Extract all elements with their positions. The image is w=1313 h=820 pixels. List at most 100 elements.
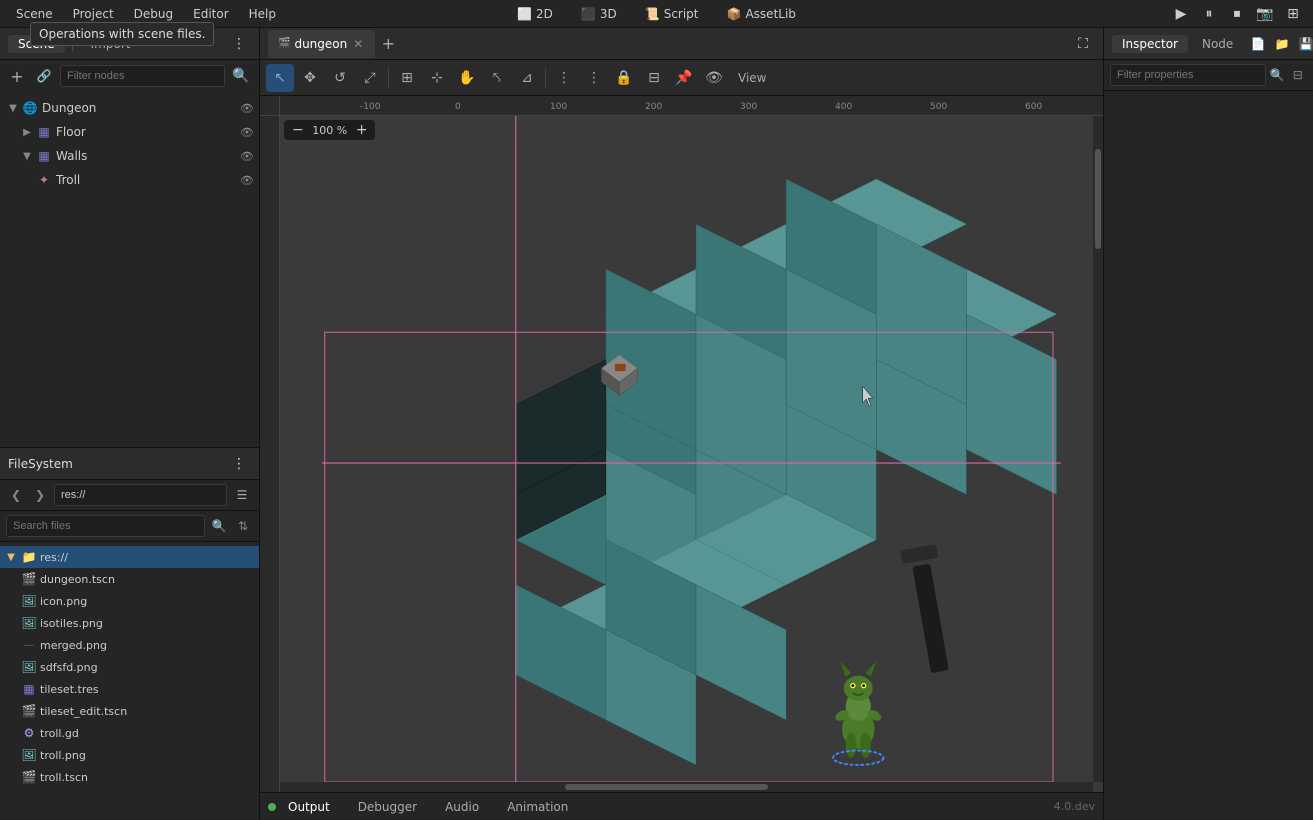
- floor-arrow[interactable]: ▶: [20, 125, 34, 139]
- bottom-tab-audio[interactable]: Audio: [437, 798, 487, 816]
- troll-script-icon[interactable]: 📜: [221, 172, 237, 188]
- menu-editor[interactable]: Editor: [185, 5, 237, 23]
- filter-nodes-input[interactable]: [60, 65, 225, 87]
- tool-move-vp[interactable]: ✥: [296, 64, 324, 92]
- menu-debug[interactable]: Debug: [126, 5, 181, 23]
- fs-item-tileset-tres[interactable]: ▦ tileset.tres: [0, 678, 259, 700]
- filter-search-icon[interactable]: 🔍: [1268, 64, 1287, 86]
- tool-2d[interactable]: ⬜ 2D: [509, 5, 561, 23]
- troll-anim-icon[interactable]: 🎬: [203, 172, 219, 188]
- link-node-button[interactable]: 🔗: [32, 64, 56, 88]
- dungeon-scene: [280, 116, 1103, 792]
- tree-item-troll[interactable]: ✦ Troll 🎬 📜 👁: [0, 168, 259, 192]
- walls-visibility[interactable]: 👁: [239, 148, 255, 164]
- bottom-tab-output[interactable]: Output: [280, 798, 338, 816]
- zoom-out-button[interactable]: −: [290, 122, 306, 138]
- scene-icon-3: 🎬: [21, 769, 37, 785]
- tool-select[interactable]: ↖: [266, 64, 294, 92]
- tool-more2[interactable]: ⋮: [580, 64, 608, 92]
- fs-back-button[interactable]: ❮: [6, 485, 26, 505]
- scrollbar-h[interactable]: [280, 782, 1093, 792]
- svg-text:-100: -100: [360, 102, 381, 112]
- zoom-in-button[interactable]: +: [354, 122, 370, 138]
- menu-help[interactable]: Help: [241, 5, 284, 23]
- filesystem-options-button[interactable]: ⋮: [227, 452, 251, 476]
- tool-scale[interactable]: ⤢: [356, 64, 384, 92]
- tab-close-button[interactable]: ✕: [351, 36, 365, 52]
- tool-anchor[interactable]: ⊟: [640, 64, 668, 92]
- camera-button[interactable]: 📷: [1253, 2, 1277, 26]
- inspector-tab[interactable]: Inspector: [1112, 35, 1188, 53]
- stop-button[interactable]: ⏹: [1225, 2, 1249, 26]
- walls-arrow[interactable]: ▼: [20, 149, 34, 163]
- fs-item-isotiles[interactable]: 🖼 isotiles.png: [0, 612, 259, 634]
- fs-sort-button[interactable]: ⇅: [233, 516, 253, 536]
- filter-options-icon[interactable]: ⊟: [1289, 64, 1308, 86]
- fs-item-troll-gd[interactable]: ⚙ troll.gd: [0, 722, 259, 744]
- menu-scene[interactable]: Scene: [8, 5, 61, 23]
- scene-options-button[interactable]: ⋮: [227, 32, 251, 56]
- fs-item-troll-tscn[interactable]: 🎬 troll.tscn: [0, 766, 259, 788]
- view-button[interactable]: View: [730, 69, 774, 87]
- tool-more1[interactable]: ⋮: [550, 64, 578, 92]
- dungeon-visibility[interactable]: 👁: [239, 100, 255, 116]
- tree-item-walls[interactable]: ▼ ▦ Walls 👁: [0, 144, 259, 168]
- tool-pan[interactable]: ✋: [453, 64, 481, 92]
- tool-snap-grid[interactable]: ⊞: [393, 64, 421, 92]
- scrollbar-v[interactable]: [1093, 116, 1103, 782]
- tool-rotate[interactable]: ↺: [326, 64, 354, 92]
- viewport-canvas[interactable]: -100 0 100 200 300 400 500 600 -100 0 10…: [260, 96, 1103, 792]
- viewport-fullscreen-button[interactable]: ⛶: [1071, 32, 1095, 56]
- fs-path-input[interactable]: [54, 484, 227, 506]
- inspector-header: Inspector Node 📄 📁 💾 ⋮ ❮ ❯ 📋: [1104, 28, 1313, 60]
- scrollbar-v-thumb[interactable]: [1095, 149, 1101, 249]
- fs-list-toggle[interactable]: ☰: [231, 484, 253, 506]
- floor-visibility[interactable]: 👁: [239, 124, 255, 140]
- inspector-open-script[interactable]: 📁: [1271, 33, 1293, 55]
- fs-item-troll-png[interactable]: 🖼 troll.png: [0, 744, 259, 766]
- scrollbar-h-thumb[interactable]: [565, 784, 768, 790]
- troll-visibility[interactable]: 👁: [239, 172, 255, 188]
- layout-button[interactable]: ⊞: [1281, 2, 1305, 26]
- filter-properties-input[interactable]: [1110, 64, 1266, 86]
- zoom-level-display: 100 %: [310, 124, 350, 137]
- ruler-corner: [260, 96, 280, 116]
- tool-3d[interactable]: ⬛ 3D: [573, 5, 625, 23]
- tool-pin[interactable]: 📌: [670, 64, 698, 92]
- bottom-tab-debugger[interactable]: Debugger: [350, 798, 425, 816]
- bottom-tab-animation[interactable]: Animation: [499, 798, 576, 816]
- tool-script[interactable]: 📜 Script: [637, 5, 707, 23]
- fs-forward-button[interactable]: ❯: [30, 485, 50, 505]
- tab-dungeon[interactable]: 🎬 dungeon ✕: [268, 30, 375, 58]
- gd-icon: ⚙: [21, 725, 37, 741]
- tool-lock[interactable]: 🔒: [610, 64, 638, 92]
- fs-item-dungeon-tscn[interactable]: 🎬 dungeon.tscn: [0, 568, 259, 590]
- tab-add-button[interactable]: +: [377, 33, 399, 55]
- tree-item-dungeon[interactable]: ▼ 🌐 Dungeon 👁: [0, 96, 259, 120]
- fs-item-res[interactable]: ▼ 📁 res://: [0, 546, 259, 568]
- tool-transform[interactable]: ⊿: [513, 64, 541, 92]
- inspector-new-script[interactable]: 📄: [1247, 33, 1269, 55]
- inspector-save[interactable]: 💾: [1295, 33, 1313, 55]
- fs-search-icon[interactable]: 🔍: [209, 516, 229, 536]
- fs-item-merged[interactable]: — merged.png: [0, 634, 259, 656]
- search-nodes-icon[interactable]: 🔍: [229, 64, 253, 88]
- dungeon-arrow[interactable]: ▼: [6, 101, 20, 115]
- fs-item-icon-png[interactable]: 🖼 icon.png: [0, 590, 259, 612]
- res-arrow[interactable]: ▼: [4, 550, 18, 564]
- assetlib-icon: 📦: [727, 7, 742, 21]
- add-node-button[interactable]: +: [6, 65, 28, 87]
- fs-item-tileset-edit[interactable]: 🎬 tileset_edit.tscn: [0, 700, 259, 722]
- tool-assetlib[interactable]: 📦 AssetLib: [719, 5, 804, 23]
- pause-button[interactable]: ⏸: [1197, 2, 1221, 26]
- menu-project[interactable]: Project: [65, 5, 122, 23]
- play-button[interactable]: ▶: [1169, 2, 1193, 26]
- fs-item-sdfsfd[interactable]: 🖼 sdfsfd.png: [0, 656, 259, 678]
- tool-snap2[interactable]: ⊹: [423, 64, 451, 92]
- svg-text:100: 100: [550, 102, 567, 112]
- tool-vis2[interactable]: 👁: [700, 64, 728, 92]
- tool-zoom-fit[interactable]: ⤣: [483, 64, 511, 92]
- tree-item-floor[interactable]: ▶ ▦ Floor 👁: [0, 120, 259, 144]
- fs-search-input[interactable]: [6, 515, 205, 537]
- node-tab[interactable]: Node: [1192, 35, 1243, 53]
